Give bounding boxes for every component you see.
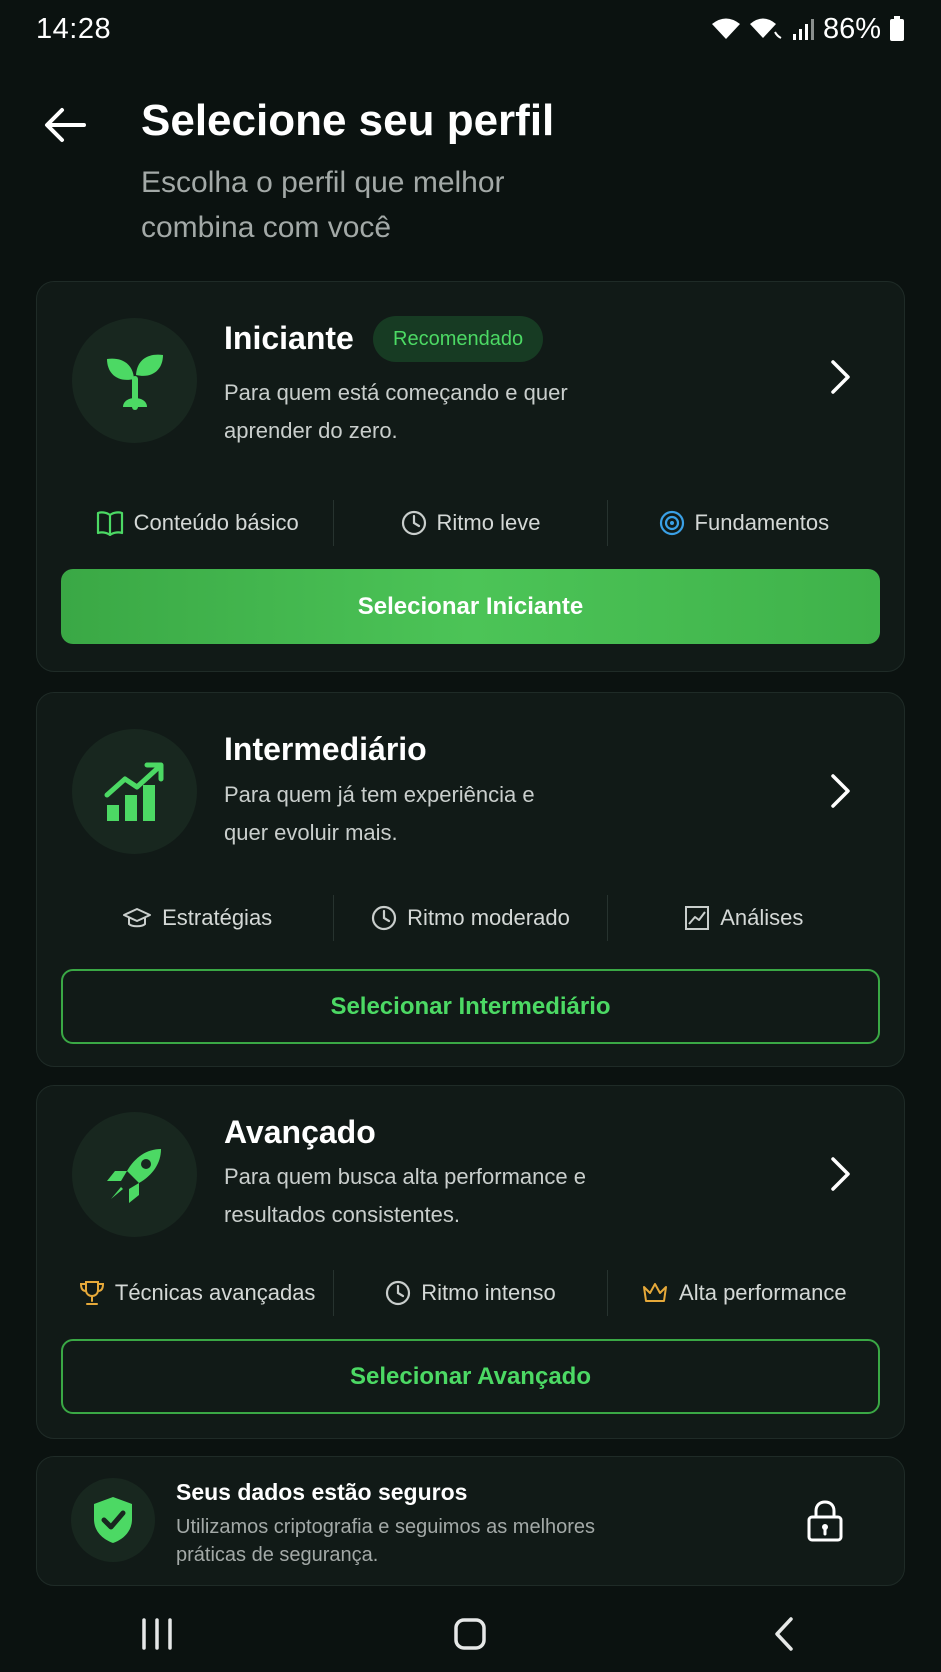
status-icons: 86%	[711, 13, 905, 46]
status-bar: 14:28 86%	[0, 0, 941, 58]
crown-icon	[643, 1283, 668, 1302]
lock-icon	[807, 1500, 843, 1542]
feature-list: Técnicas avançadas Ritmo intenso Alta pe…	[61, 1270, 880, 1316]
recents-icon	[142, 1618, 172, 1650]
feature-label: Ritmo intenso	[421, 1280, 556, 1305]
wifi-icon	[711, 18, 740, 39]
book-icon	[96, 511, 123, 536]
line-chart-icon	[685, 906, 710, 930]
clock-icon	[386, 1280, 411, 1306]
shield-check-icon	[94, 1497, 132, 1543]
feature-item: Análises	[606, 895, 880, 941]
profile-description: Para quem busca alta performance e resul…	[224, 1164, 586, 1227]
feature-item: Fundamentos	[606, 500, 880, 546]
feature-item: Ritmo leve	[333, 500, 606, 546]
wifi-calling-icon	[749, 18, 782, 40]
feature-label: Fundamentos	[694, 510, 830, 535]
profile-icon-circle	[72, 1112, 197, 1237]
profile-icon-circle	[72, 729, 197, 854]
chevron-right-icon[interactable]	[826, 1154, 856, 1194]
battery-percent: 86%	[822, 12, 881, 45]
profile-icon-circle	[72, 318, 197, 443]
feature-item: Ritmo moderado	[333, 895, 606, 941]
system-nav-bar	[0, 1596, 941, 1672]
profile-description: Para quem já tem experiência e quer evol…	[224, 782, 535, 845]
feature-item: Conteúdo básico	[61, 500, 333, 546]
security-title: Seus dados estão seguros	[176, 1479, 468, 1505]
recommended-badge: Recomendado	[373, 316, 544, 362]
security-icon-circle	[71, 1478, 155, 1562]
feature-item: Estratégias	[61, 895, 333, 941]
page-subtitle: Escolha o perfil que melhor combina com …	[141, 166, 505, 244]
profile-card-iniciante[interactable]: Iniciante Recomendado Para quem está com…	[36, 281, 905, 672]
feature-label: Técnicas avançadas	[114, 1280, 316, 1305]
chevron-right-icon[interactable]	[826, 357, 856, 397]
sprout-icon	[106, 354, 163, 410]
select-avancado-button[interactable]: Selecionar Avançado	[61, 1339, 880, 1414]
feature-item: Alta performance	[606, 1270, 880, 1316]
back-chevron-icon	[775, 1617, 793, 1651]
profile-description: Para quem está começando e quer aprender…	[224, 380, 568, 443]
home-button[interactable]	[425, 1604, 515, 1664]
page-title: Selecione seu perfil	[141, 96, 555, 145]
security-description: Utilizamos criptografia e seguimos as me…	[176, 1516, 596, 1566]
feature-list: Estratégias Ritmo moderado Análises	[61, 895, 880, 941]
profile-title: Intermediário	[224, 731, 427, 767]
growth-chart-icon	[104, 762, 163, 821]
select-iniciante-button[interactable]: Selecionar Iniciante	[61, 569, 880, 644]
feature-label: Ritmo moderado	[407, 905, 570, 930]
recent-apps-button[interactable]	[112, 1604, 202, 1664]
chevron-right-icon[interactable]	[826, 771, 856, 811]
feature-list: Conteúdo básico Ritmo leve Fundamentos	[61, 500, 880, 546]
feature-label: Conteúdo básico	[133, 510, 299, 535]
feature-label: Análises	[720, 905, 804, 930]
feature-label: Ritmo leve	[436, 510, 541, 535]
arrow-left-icon	[45, 108, 86, 142]
graduation-cap-icon	[123, 908, 152, 928]
back-button[interactable]	[40, 100, 90, 150]
profile-title: Avançado	[224, 1114, 376, 1150]
rocket-icon	[106, 1148, 161, 1203]
trophy-icon	[79, 1281, 104, 1305]
clock-icon	[401, 510, 426, 536]
profile-card-intermediario[interactable]: Intermediário Para quem já tem experiênc…	[36, 692, 905, 1067]
battery-icon	[890, 16, 904, 41]
security-notice: Seus dados estão seguros Utilizamos crip…	[36, 1456, 905, 1586]
system-back-button[interactable]	[739, 1604, 829, 1664]
home-icon	[454, 1618, 487, 1650]
select-intermediario-button[interactable]: Selecionar Intermediário	[61, 969, 880, 1044]
feature-label: Estratégias	[162, 905, 273, 930]
target-icon	[659, 510, 684, 536]
profile-title: Iniciante	[224, 320, 354, 356]
feature-item: Técnicas avançadas	[61, 1270, 333, 1316]
profile-card-avancado[interactable]: Avançado Para quem busca alta performanc…	[36, 1085, 905, 1439]
status-time: 14:28	[36, 12, 112, 45]
feature-item: Ritmo intenso	[333, 1270, 606, 1316]
feature-label: Alta performance	[679, 1280, 847, 1305]
clock-icon	[372, 905, 397, 931]
signal-icon	[792, 19, 814, 40]
